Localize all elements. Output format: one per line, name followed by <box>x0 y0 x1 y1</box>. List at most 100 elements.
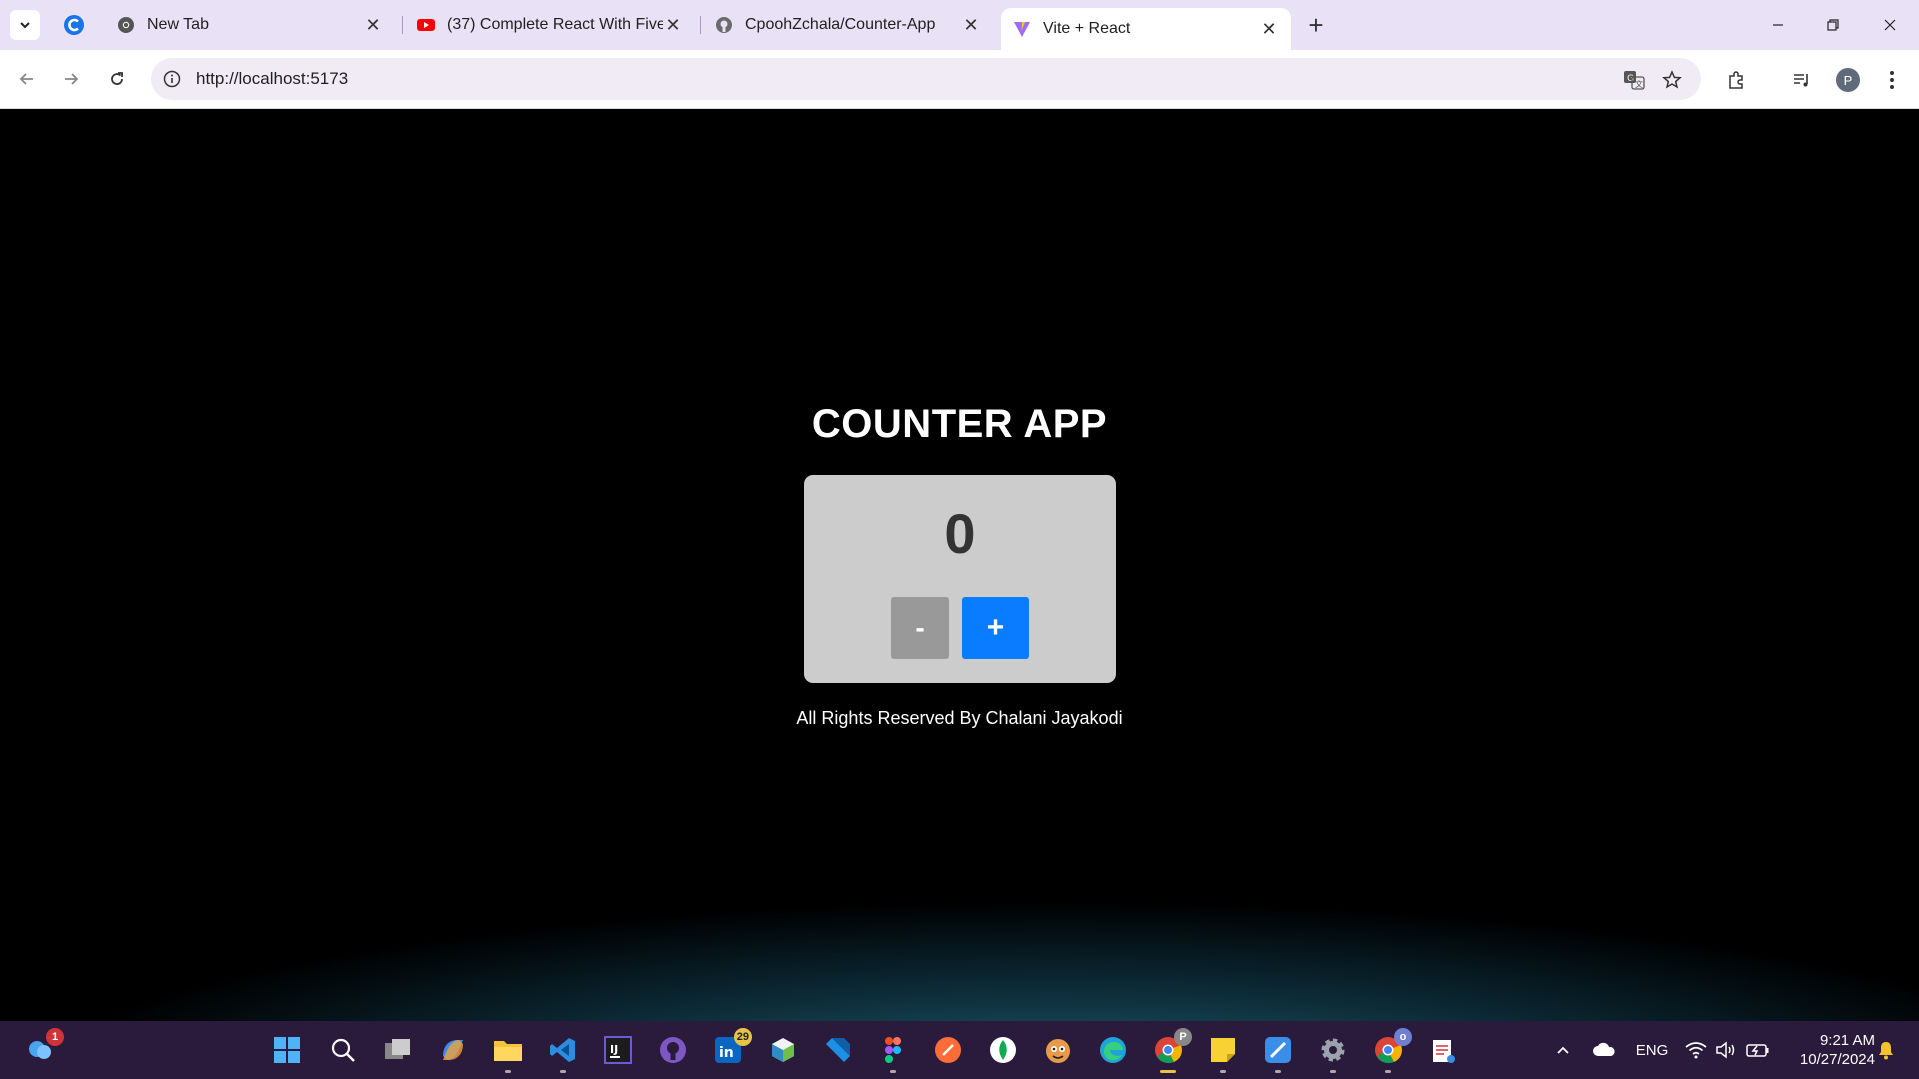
github-icon <box>716 17 732 33</box>
close-icon[interactable]: ✕ <box>1259 19 1279 39</box>
chrome-profile2-button[interactable]: o <box>1372 1028 1412 1073</box>
edge-button[interactable] <box>1097 1034 1129 1066</box>
tab-title: New Tab <box>147 16 209 33</box>
translate-button[interactable]: G文 <box>1621 67 1647 93</box>
site-info-icon[interactable] <box>161 68 183 90</box>
taskbar-widgets-button[interactable]: 1 <box>24 1028 64 1066</box>
sticky-note-icon <box>1211 1038 1235 1062</box>
chrome-menu-button[interactable] <box>1877 65 1907 95</box>
profile-badge: P <box>1174 1028 1192 1046</box>
search-icon <box>331 1038 355 1062</box>
figma-button[interactable] <box>877 1034 909 1073</box>
close-icon[interactable]: ✕ <box>663 15 683 35</box>
tab-search-button[interactable] <box>10 10 40 40</box>
vite-icon <box>1014 22 1030 37</box>
cloud-icon <box>1593 1042 1615 1056</box>
bookmark-button[interactable] <box>1659 67 1685 93</box>
forward-button[interactable] <box>56 64 86 94</box>
snipping-tool-button[interactable] <box>1262 1034 1294 1073</box>
postman-icon <box>935 1037 961 1063</box>
wifi-status[interactable] <box>1683 1035 1709 1065</box>
puzzle-icon <box>1729 71 1743 89</box>
running-indicator <box>1330 1070 1336 1073</box>
vscode-icon <box>550 1038 575 1062</box>
cube-app-button[interactable] <box>767 1034 799 1066</box>
translate-icon: G文 <box>1624 71 1645 90</box>
tab-vite-react[interactable]: Vite + React ✕ <box>1001 8 1291 50</box>
back-button[interactable] <box>12 64 42 94</box>
battery-status[interactable] <box>1744 1035 1772 1065</box>
close-icon[interactable]: ✕ <box>363 15 383 35</box>
tab-new-tab[interactable]: New Tab ✕ <box>105 8 395 42</box>
close-icon <box>1884 19 1896 31</box>
running-indicator <box>1275 1070 1281 1073</box>
reload-button[interactable] <box>102 64 132 94</box>
gear-icon <box>1321 1038 1345 1062</box>
postman-button[interactable] <box>932 1034 964 1066</box>
mongodb-compass-button[interactable] <box>987 1034 1019 1066</box>
tab-title: CpoohZchala/Counter-App <box>745 16 936 33</box>
intellij-button[interactable]: IJ <box>602 1034 634 1066</box>
close-window-button[interactable] <box>1870 8 1910 42</box>
vscode-button[interactable] <box>547 1034 579 1073</box>
arrow-right-icon <box>65 73 79 85</box>
copilot-button[interactable] <box>437 1034 469 1066</box>
profile-badge: o <box>1394 1028 1412 1046</box>
linkedin-button[interactable]: in 29 <box>712 1028 752 1066</box>
address-bar[interactable]: http://localhost:5173 G文 <box>151 58 1701 100</box>
speaker-icon <box>1716 1041 1735 1059</box>
decrement-button[interactable]: - <box>891 597 949 659</box>
task-view-icon <box>385 1039 410 1059</box>
plus-icon: + <box>1308 9 1324 40</box>
document-icon <box>1433 1040 1455 1063</box>
task-view-button[interactable] <box>382 1034 414 1066</box>
game-app-button[interactable] <box>1042 1034 1074 1066</box>
running-indicator <box>1160 1070 1176 1073</box>
wifi-icon <box>1685 1042 1707 1059</box>
notifications-button[interactable] <box>1873 1035 1899 1065</box>
figma-icon <box>885 1037 901 1063</box>
running-indicator <box>505 1070 511 1073</box>
github-desktop-button[interactable] <box>657 1034 689 1066</box>
search-button[interactable] <box>327 1034 359 1066</box>
taskbar: 1 IJ in 29 P o ENG 9:21 AM 10/27/2024 <box>0 1021 1919 1079</box>
chevron-down-icon <box>20 22 30 29</box>
restore-button[interactable] <box>1813 8 1853 42</box>
volume-status[interactable] <box>1713 1035 1739 1065</box>
pdf-app-button[interactable] <box>1427 1034 1459 1066</box>
tab-github[interactable]: CpoohZchala/Counter-App ✕ <box>703 8 993 42</box>
tab-youtube[interactable]: (37) Complete React With Five P ✕ <box>405 8 695 42</box>
chrome-icon <box>118 17 134 33</box>
bell-icon <box>1879 1042 1893 1060</box>
file-explorer-button[interactable] <box>492 1034 524 1073</box>
start-button[interactable] <box>271 1034 303 1066</box>
show-hidden-icons-button[interactable] <box>1550 1035 1576 1065</box>
language-indicator[interactable]: ENG <box>1630 1035 1674 1065</box>
clock-time: 9:21 AM <box>1819 1032 1875 1049</box>
pinned-tab[interactable] <box>58 10 90 40</box>
running-indicator <box>1385 1070 1391 1073</box>
close-icon[interactable]: ✕ <box>961 15 981 35</box>
snip-icon <box>1265 1037 1291 1063</box>
extensions-button[interactable] <box>1721 65 1751 95</box>
linkedin-badge: 29 <box>733 1028 752 1046</box>
profile-button[interactable]: P <box>1833 65 1863 95</box>
edge-icon <box>1100 1037 1126 1063</box>
tab-separator <box>402 16 403 34</box>
mongodb-icon <box>990 1037 1016 1063</box>
browser-toolbar: http://localhost:5173 G文 P <box>0 50 1919 109</box>
media-controls-button[interactable] <box>1787 65 1817 95</box>
settings-button[interactable] <box>1317 1034 1349 1073</box>
dart-app-button[interactable] <box>822 1034 854 1066</box>
new-tab-button[interactable]: + <box>1302 9 1330 40</box>
increment-button[interactable]: + <box>962 597 1029 659</box>
minimize-button[interactable] <box>1758 8 1798 42</box>
url-text[interactable]: http://localhost:5173 <box>196 69 348 89</box>
character-face-icon <box>1046 1039 1070 1063</box>
clock[interactable]: 9:21 AM 10/27/2024 <box>1785 1031 1875 1069</box>
onedrive-button[interactable] <box>1589 1035 1619 1065</box>
chrome-button[interactable]: P <box>1152 1028 1192 1073</box>
counter-value: 0 <box>944 502 976 565</box>
folder-icon <box>494 1041 522 1061</box>
sticky-notes-button[interactable] <box>1207 1034 1239 1073</box>
